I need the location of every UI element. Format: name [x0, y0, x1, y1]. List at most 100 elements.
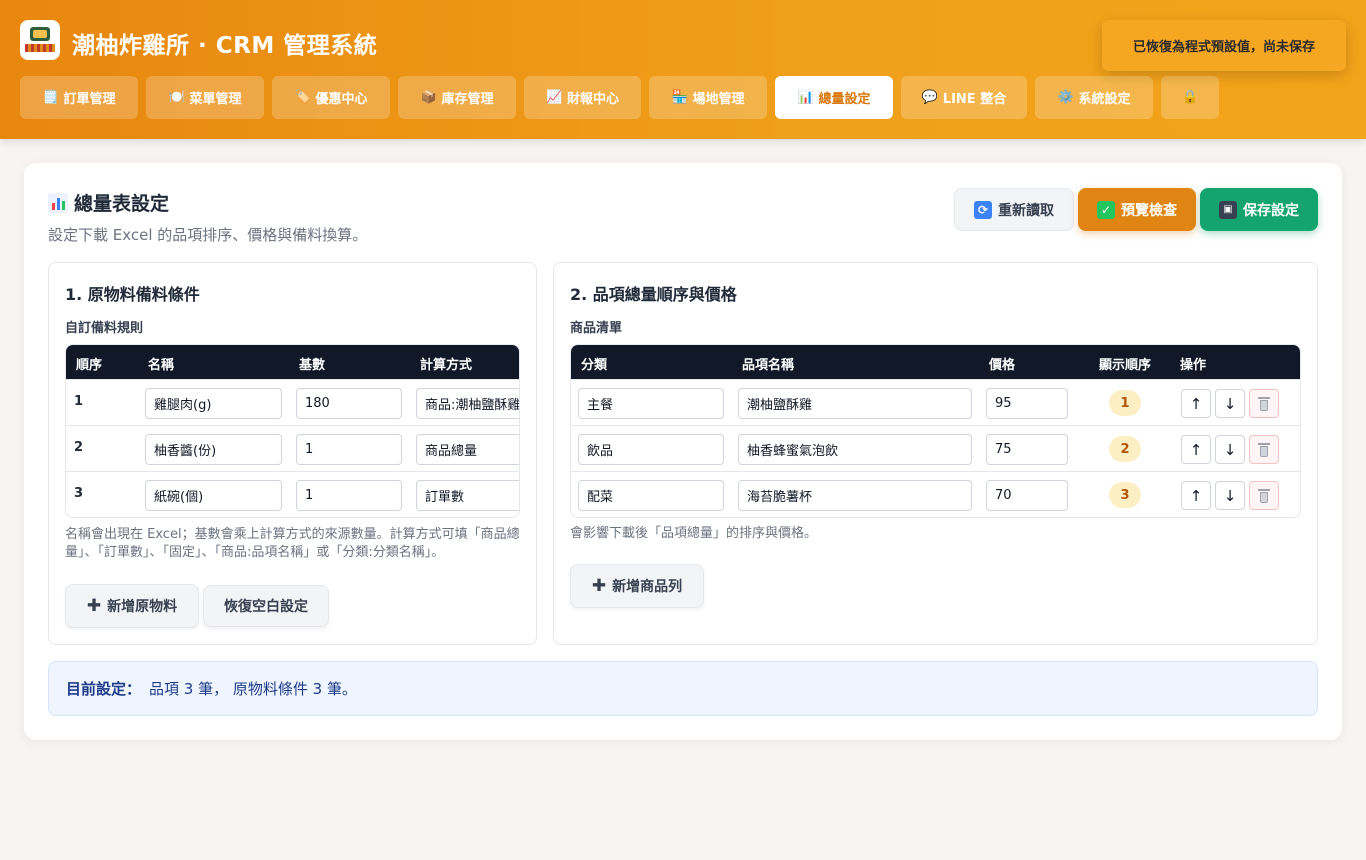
product-name-input[interactable]: 柚香蜂蜜氣泡飲	[738, 434, 972, 465]
materials-panel: 1. 原物料備料條件 自訂備料規則 順序 名稱 基數 計算方式 1 雞腿肉(g)…	[48, 262, 537, 645]
column-header: 顯示順序	[1099, 358, 1152, 373]
plus-icon: ✚	[591, 576, 607, 596]
tab-label: 場地管理	[692, 92, 745, 107]
table-row: 2 柚香醬(份) 1 商品總量	[66, 425, 519, 471]
products-subtitle: 商品清單	[570, 321, 623, 336]
column-header: 操作	[1180, 358, 1207, 373]
move-down-button[interactable]: ↓	[1215, 481, 1245, 510]
plus-icon: ✚	[86, 596, 102, 616]
category-input[interactable]: 主餐	[578, 388, 724, 419]
summary-label: 目前設定：	[66, 680, 142, 698]
material-method-input[interactable]: 商品總量	[416, 434, 519, 465]
tab-promotions[interactable]: 🏷️ 優惠中心	[272, 76, 390, 119]
tab-label: 系統設定	[1078, 92, 1131, 107]
tab-line[interactable]: 💬 LINE 整合	[901, 76, 1027, 119]
bar-chart-icon	[48, 192, 68, 213]
tag-icon: 🏷️	[294, 90, 311, 105]
add-product-button[interactable]: ✚ 新增商品列	[570, 564, 704, 608]
column-header: 分類	[581, 358, 608, 373]
material-name-input[interactable]: 柚香醬(份)	[145, 434, 282, 465]
package-icon: 📦	[420, 90, 437, 105]
arrow-down-icon: ↓	[1223, 394, 1237, 413]
material-name-input[interactable]: 雞腿肉(g)	[145, 388, 282, 419]
column-header: 價格	[989, 358, 1016, 373]
move-up-button[interactable]: ↑	[1181, 481, 1211, 510]
table-row: 主餐 潮柚鹽酥雞 95 1 ↑ ↓	[571, 379, 1300, 425]
tab-label: 總量設定	[818, 92, 871, 107]
table-row: 3 紙碗(個) 1 訂單數	[66, 471, 519, 517]
material-method-input[interactable]: 商品:潮柚鹽酥雞	[416, 388, 519, 419]
save-label: 保存設定	[1243, 202, 1299, 219]
add-product-label: 新增商品列	[612, 579, 683, 595]
preview-button[interactable]: ✓ 預覽檢查	[1078, 188, 1196, 231]
tab-label: 庫存管理	[441, 92, 494, 107]
table-row: 1 雞腿肉(g) 180 商品:潮柚鹽酥雞	[66, 379, 519, 425]
delete-row-button[interactable]	[1249, 435, 1279, 464]
arrow-up-icon: ↑	[1189, 440, 1203, 459]
plate-icon: 🍽️	[168, 90, 185, 105]
column-header: 順序	[76, 358, 103, 373]
material-method-input[interactable]: 訂單數	[416, 480, 519, 511]
material-name-input[interactable]: 紙碗(個)	[145, 480, 282, 511]
products-title: 2. 品項總量順序與價格	[570, 285, 737, 304]
tab-totals[interactable]: 📊 總量設定	[775, 76, 893, 119]
page-title-text: 總量表設定	[74, 193, 170, 215]
delete-row-button[interactable]	[1249, 481, 1279, 510]
status-toast: 已恢復為程式預設值，尚未保存	[1102, 20, 1346, 71]
product-name-input[interactable]: 潮柚鹽酥雞	[738, 388, 972, 419]
summary-text: 品項 3 筆， 原物料條件 3 筆。	[149, 680, 357, 698]
tab-inventory[interactable]: 📦 庫存管理	[398, 76, 516, 119]
reload-label: 重新讀取	[998, 202, 1054, 219]
delete-row-button[interactable]	[1249, 389, 1279, 418]
materials-note: 名稱會出現在 Excel；基數會乘上計算方式的來源數量。計算方式可填「商品總量」…	[65, 527, 520, 560]
reset-blank-button[interactable]: 恢復空白設定	[203, 585, 329, 627]
product-name-input[interactable]: 海苔脆薯杯	[738, 480, 972, 511]
arrow-up-icon: ↑	[1189, 394, 1203, 413]
tab-settings[interactable]: ⚙️ 系統設定	[1035, 76, 1153, 119]
move-down-button[interactable]: ↓	[1215, 435, 1245, 464]
trash-icon	[1258, 488, 1270, 503]
arrow-up-icon: ↑	[1189, 486, 1203, 505]
tab-label: LINE 整合	[942, 92, 1007, 107]
category-input[interactable]: 配菜	[578, 480, 724, 511]
display-order-badge: 3	[1109, 482, 1141, 508]
move-up-button[interactable]: ↑	[1181, 389, 1211, 418]
add-material-button[interactable]: ✚ 新增原物料	[65, 584, 199, 628]
reload-button[interactable]: ⟳ 重新讀取	[954, 188, 1074, 231]
tab-label: 優惠中心	[315, 92, 368, 107]
app-header: 潮柚炸雞所 · CRM 管理系統 🗒️ 訂單管理 🍽️ 菜單管理 🏷️ 優惠中心…	[0, 0, 1366, 139]
move-down-button[interactable]: ↓	[1215, 389, 1245, 418]
products-note: 會影響下載後「品項總量」的排序與價格。	[570, 526, 818, 541]
products-panel: 2. 品項總量順序與價格 商品清單 分類 品項名稱 價格 顯示順序 操作 主餐 …	[553, 262, 1318, 645]
lock-icon: 🔒	[1182, 90, 1199, 105]
table-row: 飲品 柚香蜂蜜氣泡飲 75 2 ↑ ↓	[571, 425, 1300, 471]
price-input[interactable]: 70	[986, 480, 1068, 511]
tab-venue[interactable]: 🏪 場地管理	[649, 76, 767, 119]
tab-orders[interactable]: 🗒️ 訂單管理	[20, 76, 138, 119]
tab-menu[interactable]: 🍽️ 菜單管理	[146, 76, 264, 119]
tab-finance[interactable]: 📈 財報中心	[524, 76, 641, 119]
tab-label: 菜單管理	[189, 92, 242, 107]
trash-icon	[1258, 442, 1270, 457]
category-input[interactable]: 飲品	[578, 434, 724, 465]
price-input[interactable]: 95	[986, 388, 1068, 419]
check-icon: ✓	[1097, 200, 1115, 219]
arrow-down-icon: ↓	[1223, 486, 1237, 505]
material-base-input[interactable]: 1	[296, 434, 402, 465]
speech-bubble-icon: 💬	[921, 90, 938, 105]
move-up-button[interactable]: ↑	[1181, 435, 1211, 464]
price-input[interactable]: 75	[986, 434, 1068, 465]
row-order: 1	[74, 394, 84, 409]
save-button[interactable]: ▣ 保存設定	[1200, 188, 1318, 231]
display-order-badge: 2	[1109, 436, 1141, 462]
materials-table: 順序 名稱 基數 計算方式 1 雞腿肉(g) 180 商品:潮柚鹽酥雞 2 柚香…	[65, 344, 520, 518]
column-header: 名稱	[148, 358, 175, 373]
material-base-input[interactable]: 180	[296, 388, 402, 419]
tab-lock[interactable]: 🔒	[1161, 76, 1219, 119]
trash-icon	[1258, 396, 1270, 411]
row-order: 3	[74, 486, 84, 501]
material-base-input[interactable]: 1	[296, 480, 402, 511]
app-title: 潮柚炸雞所 · CRM 管理系統	[72, 33, 378, 59]
gear-icon: ⚙️	[1057, 90, 1074, 105]
app-logo	[20, 20, 60, 60]
